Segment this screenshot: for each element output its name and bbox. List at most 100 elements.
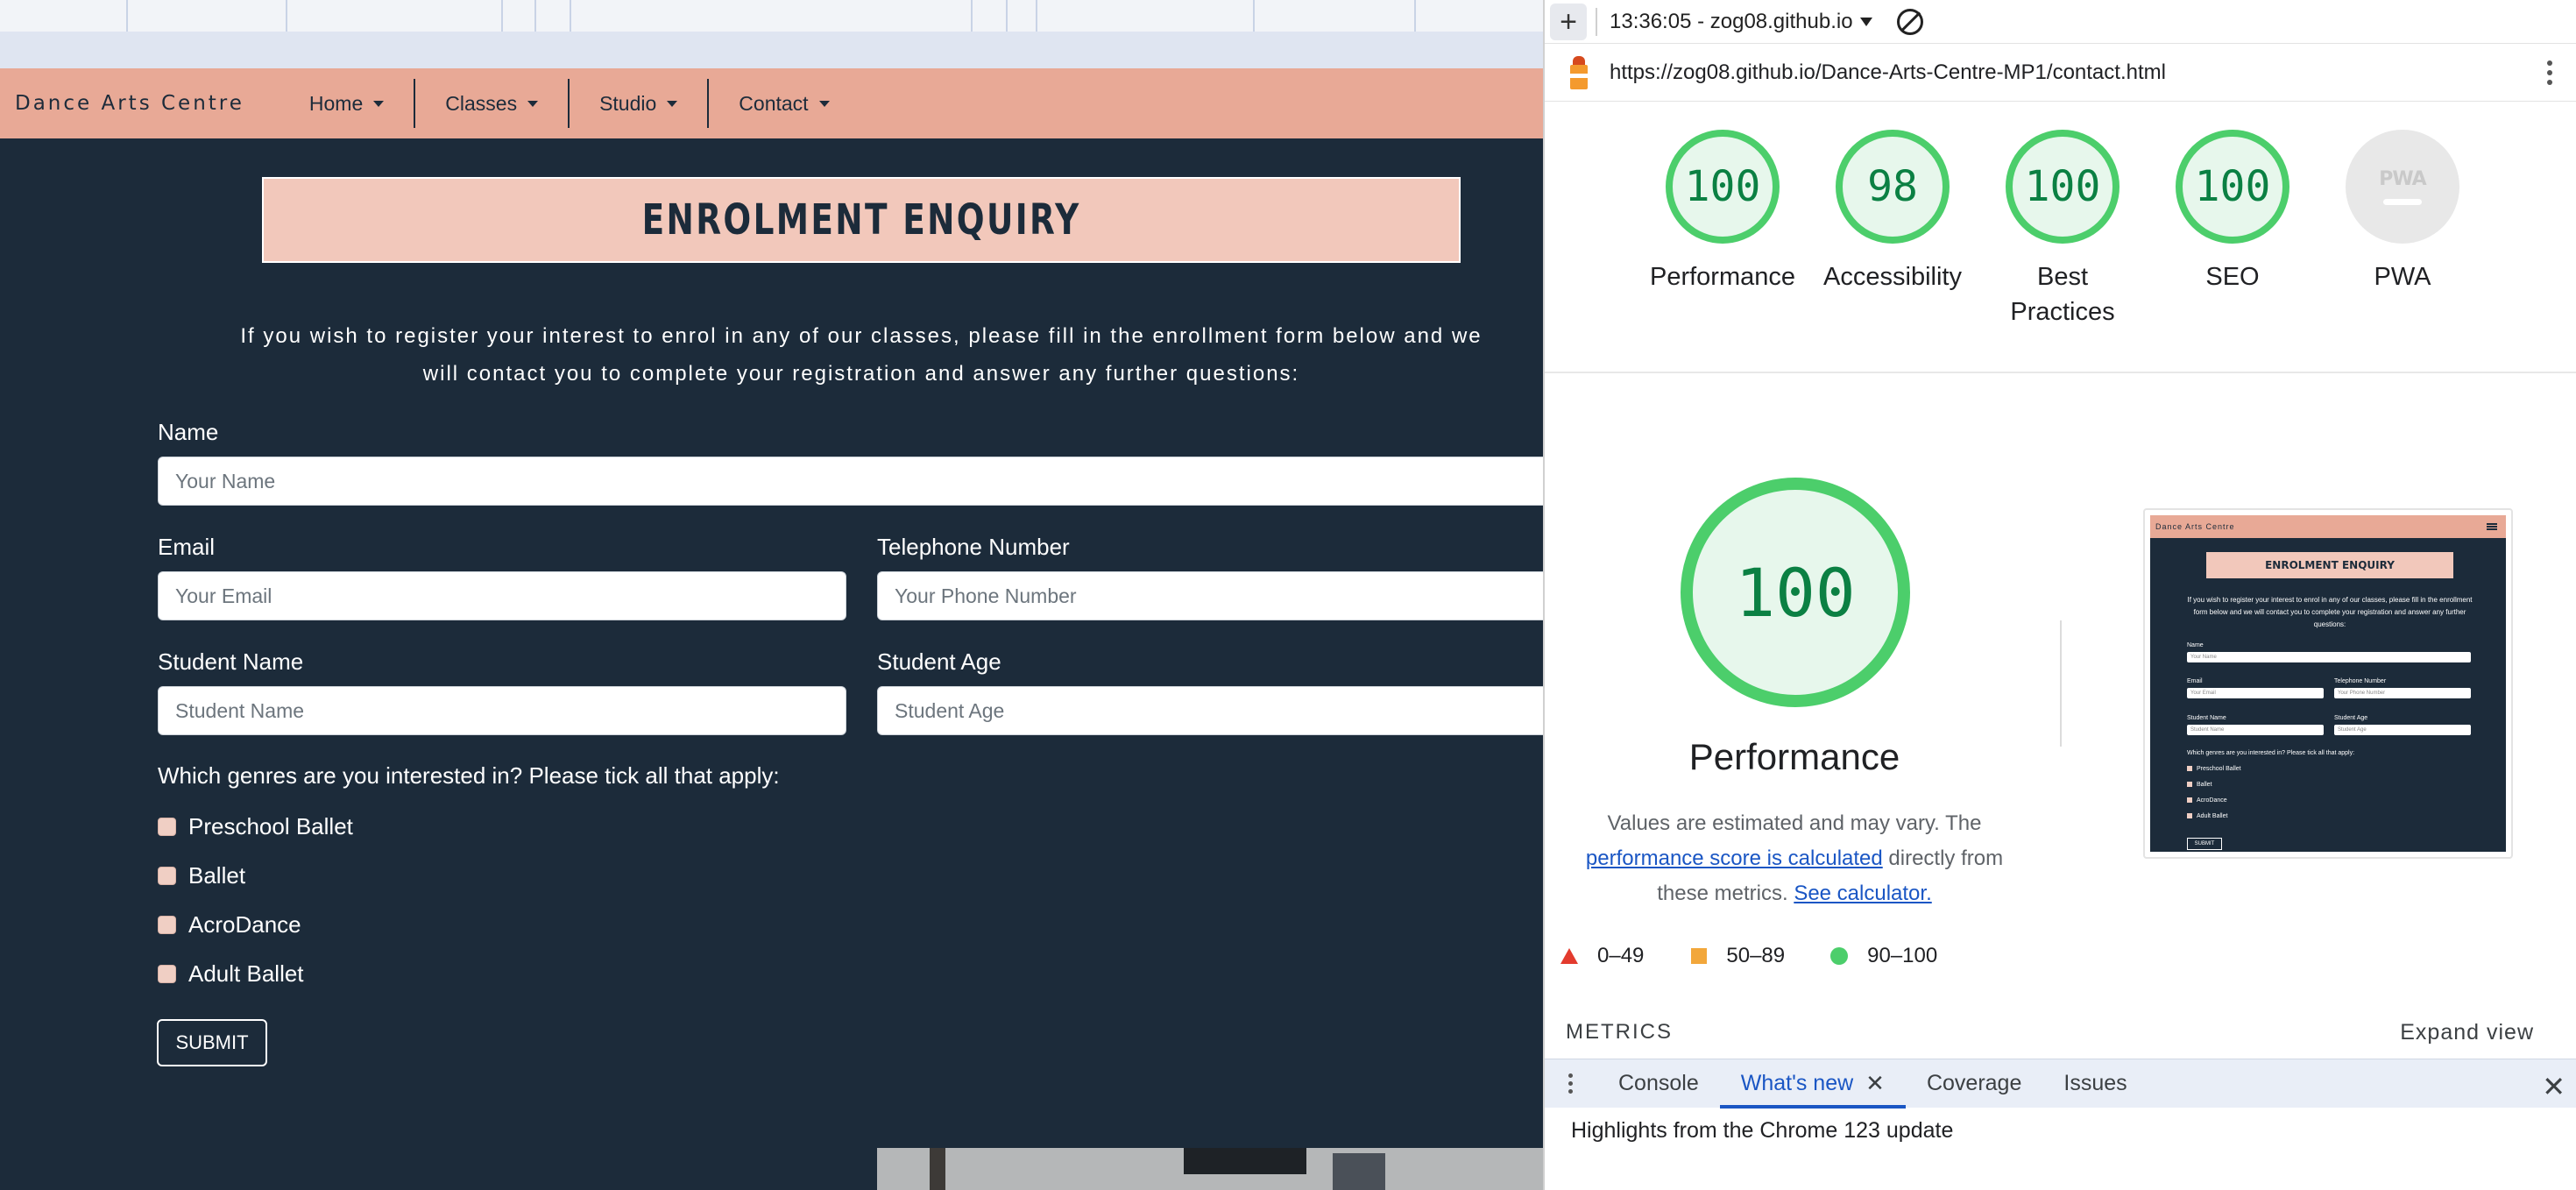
new-report-button[interactable]: + — [1550, 3, 1587, 40]
checkbox[interactable] — [158, 818, 176, 836]
thumb-checkbox: Ballet — [2187, 782, 2212, 788]
score-legend: 0–49 50–89 90–100 — [1560, 944, 1983, 968]
genre-option-ballet[interactable]: Ballet — [158, 862, 245, 889]
gauge-pwa[interactable]: PWA PWA — [2306, 130, 2499, 294]
close-drawer-icon[interactable]: ✕ — [2542, 1070, 2565, 1103]
vertical-divider — [2060, 620, 2062, 747]
thumbnail-page: Dance Arts Centre ENROLMENT ENQUIRY If y… — [2150, 515, 2506, 852]
legend-average: 50–89 — [1689, 944, 1785, 968]
gauge-label: Accessibility — [1823, 263, 1962, 291]
tab-coverage[interactable]: Coverage — [1906, 1059, 2042, 1109]
name-input[interactable]: Your Name — [158, 457, 1543, 506]
pwa-dash — [2383, 199, 2422, 205]
report-selector-label: 13:36:05 - zog08.github.io — [1610, 9, 1853, 33]
gauge-score: 98 — [1867, 162, 1918, 211]
more-options-icon[interactable] — [2532, 60, 2567, 85]
nav-item-classes[interactable]: Classes — [415, 79, 568, 128]
gauge-accessibility[interactable]: 98 Accessibility — [1796, 130, 1989, 294]
tab-label: What's new — [1740, 1071, 1854, 1095]
gauge-ring: 100 — [2176, 130, 2289, 244]
checkbox-label: AcroDance — [188, 911, 301, 938]
thumb-label: Name — [2187, 642, 2204, 648]
whats-new-headline[interactable]: Highlights from the Chrome 123 update — [1571, 1118, 1953, 1144]
thumb-label: Telephone Number — [2334, 678, 2387, 684]
gauge-label: Best Practices — [2010, 263, 2115, 326]
thumb-checkbox: AcroDance — [2187, 797, 2227, 804]
thumb-field: Your Email — [2187, 688, 2324, 698]
checkbox-label: Preschool Ballet — [188, 813, 353, 839]
name-label: Name — [158, 419, 219, 445]
submit-button[interactable]: SUBMIT — [157, 1019, 267, 1066]
legend-label: 0–49 — [1597, 944, 1645, 967]
phone-input[interactable]: Your Phone Number — [877, 571, 1543, 620]
footer-image — [877, 1148, 1543, 1190]
intro-text: If you wish to register your interest to… — [240, 324, 1483, 386]
genre-option-acrodance[interactable]: AcroDance — [158, 911, 301, 939]
tab-console[interactable]: Console — [1597, 1059, 1720, 1109]
phone-label: Telephone Number — [877, 534, 1070, 560]
drawer-menu-icon[interactable] — [1555, 1073, 1585, 1094]
legend-label: 50–89 — [1726, 944, 1786, 967]
checkbox[interactable] — [158, 965, 176, 983]
caret-down-icon — [667, 100, 678, 107]
caret-down-icon — [818, 100, 830, 107]
genre-option-preschool-ballet[interactable]: Preschool Ballet — [158, 813, 353, 840]
section-divider — [1545, 372, 2576, 373]
email-label: Email — [158, 534, 216, 560]
report-selector[interactable]: 13:36:05 - zog08.github.io — [1610, 10, 1872, 34]
checkbox-label: Adult Ballet — [188, 960, 304, 987]
checkbox[interactable] — [158, 867, 176, 885]
device-ruler-band — [0, 32, 1543, 68]
checkbox[interactable] — [158, 916, 176, 934]
lighthouse-toolbar: + 13:36:05 - zog08.github.io — [1545, 0, 2576, 44]
hamburger-icon — [2487, 523, 2497, 530]
student-age-input[interactable]: Student Age — [877, 686, 1543, 735]
tab-whats-new[interactable]: What's new ✕ — [1719, 1059, 1907, 1109]
thumb-banner: ENROLMENT ENQUIRY — [2206, 552, 2453, 578]
report-url-bar: https://zog08.github.io/Dance-Arts-Centr… — [1545, 44, 2576, 102]
performance-description: Values are estimated and may vary. The p… — [1562, 806, 2027, 911]
pwa-badge-text: PWA — [2379, 168, 2426, 190]
thumb-label: Student Name — [2187, 715, 2226, 721]
email-input[interactable]: Your Email — [158, 571, 846, 620]
clear-all-icon[interactable] — [1896, 8, 1923, 35]
nav-item-home[interactable]: Home — [280, 79, 414, 128]
tab-issues[interactable]: Issues — [2042, 1059, 2148, 1109]
enrolment-banner: ENROLMENT ENQUIRY — [262, 177, 1461, 263]
gauge-best-practices[interactable]: 100 Best Practices — [1966, 130, 2159, 329]
see-calculator-link[interactable]: See calculator. — [1794, 882, 1931, 905]
report-url[interactable]: https://zog08.github.io/Dance-Arts-Centr… — [1610, 60, 2532, 85]
legend-label: 90–100 — [1867, 944, 1938, 967]
desc-text: Values are estimated and may vary. The — [1607, 811, 1982, 835]
nav-item-contact[interactable]: Contact — [709, 79, 859, 128]
nav-label: Contact — [739, 91, 809, 115]
caret-down-icon — [373, 100, 385, 107]
site-brand[interactable]: Dance Arts Centre — [15, 92, 244, 115]
student-name-input[interactable]: Student Name — [158, 686, 846, 735]
thumb-field: Your Name — [2187, 652, 2471, 662]
gauge-label: SEO — [2205, 263, 2260, 291]
gauge-ring: 100 — [1666, 130, 1780, 244]
devtools-panel: + 13:36:05 - zog08.github.io https://zog… — [1543, 0, 2576, 1190]
plus-icon: + — [1560, 4, 1577, 39]
student-age-label: Student Age — [877, 648, 1001, 675]
performance-gauge-large: 100 — [1681, 478, 1910, 707]
performance-score: 100 — [1735, 553, 1856, 632]
final-screenshot-thumbnail[interactable]: Dance Arts Centre ENROLMENT ENQUIRY If y… — [2143, 508, 2513, 859]
nav-item-studio[interactable]: Studio — [570, 79, 707, 128]
genre-option-adult-ballet[interactable]: Adult Ballet — [158, 960, 304, 988]
close-tab-icon[interactable]: ✕ — [1865, 1070, 1885, 1097]
device-ruler — [0, 0, 1543, 32]
gauge-label: PWA — [2374, 263, 2431, 291]
site-navbar: Dance Arts Centre Home Classes Studio Co… — [0, 68, 1543, 138]
gauge-seo[interactable]: 100 SEO — [2136, 130, 2329, 294]
nav-label: Studio — [599, 91, 657, 115]
thumb-checkbox: Preschool Ballet — [2187, 766, 2241, 772]
score-calculated-link[interactable]: performance score is calculated — [1586, 846, 1883, 870]
nav-label: Home — [308, 91, 364, 115]
thumb-submit: SUBMIT — [2187, 838, 2222, 850]
gauge-label: Performance — [1649, 263, 1795, 291]
gauge-performance[interactable]: 100 Performance — [1626, 130, 1819, 294]
gauge-ring: 100 — [2006, 130, 2120, 244]
expand-view-toggle[interactable]: Expand view — [2400, 1020, 2534, 1045]
